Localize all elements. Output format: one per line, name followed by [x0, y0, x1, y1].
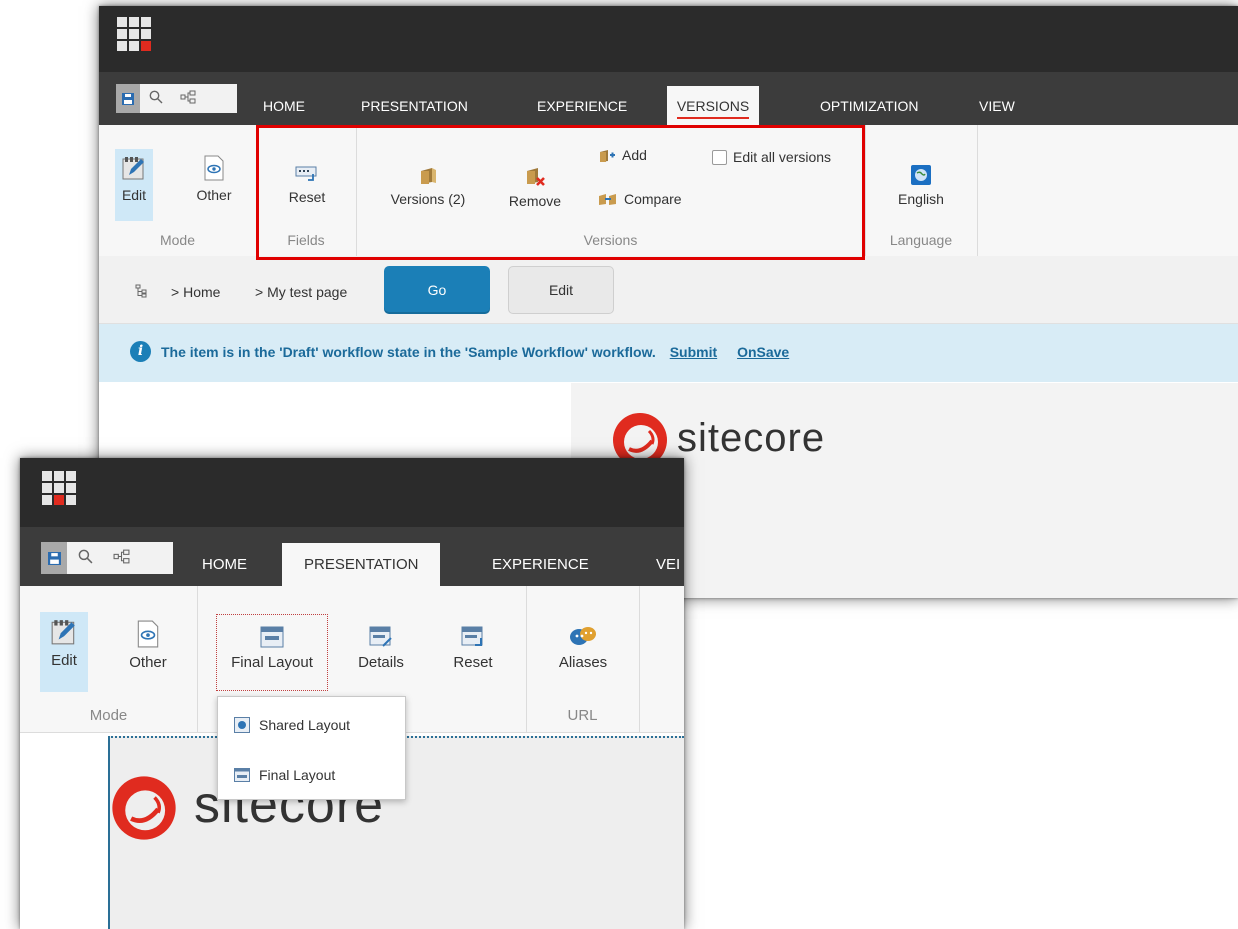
navigate-tree-icon[interactable]: [172, 90, 204, 107]
language-group: English Language: [865, 125, 978, 256]
tab-optimization[interactable]: OPTIMIZATION: [802, 86, 937, 125]
mode-group-label: Mode: [159, 232, 196, 248]
sitecore-launchpad-logo[interactable]: [117, 17, 151, 51]
edit-icon: [51, 620, 75, 645]
save-icon[interactable]: [41, 542, 67, 574]
mode-group: Edit Other Mode: [20, 586, 198, 732]
other-mode-button[interactable]: Other: [120, 620, 176, 671]
top-bar: [20, 458, 684, 527]
preview-icon: [137, 620, 159, 648]
url-group-label: URL: [567, 707, 598, 724]
tab-presentation[interactable]: PRESENTATION: [282, 543, 441, 586]
shared-layout-icon: [234, 717, 250, 733]
go-button[interactable]: Go: [384, 266, 490, 314]
ribbon-tab-bar: HOME PRESENTATION EXPERIENCE VERSIONS OP…: [99, 72, 1238, 125]
quick-access-bar: [41, 542, 173, 574]
breadcrumb-bar: > Home > My test page Go Edit: [99, 256, 1238, 324]
front-window: HOME PRESENTATION EXPERIENCE VEI Edit Ot…: [20, 458, 684, 929]
submit-link[interactable]: Submit: [670, 344, 717, 360]
reset-layout-icon: [461, 626, 483, 646]
url-group: Aliases URL: [526, 586, 640, 732]
final-layout-option[interactable]: Final Layout: [234, 767, 335, 783]
navigate-tree-icon[interactable]: [103, 549, 139, 567]
mode-group: Edit Other Mode: [99, 125, 257, 256]
mode-group-label: Mode: [89, 707, 128, 724]
edit-mode-button[interactable]: Edit: [40, 612, 88, 692]
info-icon: i: [130, 341, 151, 362]
final-layout-focus-outline: [216, 614, 328, 691]
quick-access-bar: [116, 84, 237, 113]
ribbon-tab-bar: HOME PRESENTATION EXPERIENCE VEI: [20, 527, 684, 586]
notification-text: The item is in the 'Draft' workflow stat…: [161, 344, 656, 360]
tab-presentation[interactable]: PRESENTATION: [343, 86, 486, 125]
tab-home[interactable]: HOME: [184, 543, 265, 586]
tab-experience[interactable]: EXPERIENCE: [474, 543, 607, 586]
tab-home[interactable]: HOME: [245, 86, 323, 125]
layout-dropdown-menu: Shared Layout Final Layout: [217, 696, 406, 800]
sitecore-logo-icon: [112, 776, 176, 840]
tab-versions-partial[interactable]: VEI: [638, 543, 684, 586]
edit-button[interactable]: Edit: [508, 266, 614, 314]
aliases-icon: [570, 627, 596, 645]
language-button[interactable]: English: [893, 165, 949, 207]
search-icon[interactable]: [67, 549, 103, 567]
edit-icon: [122, 157, 144, 180]
search-icon[interactable]: [140, 90, 172, 107]
aliases-button[interactable]: Aliases: [552, 624, 614, 671]
tab-versions[interactable]: VERSIONS: [667, 86, 759, 125]
save-icon[interactable]: [116, 84, 140, 113]
other-mode-button[interactable]: Other: [189, 155, 239, 203]
sitecore-wordmark: sitecore: [677, 415, 826, 460]
globe-icon: [911, 165, 931, 185]
workflow-notification: i The item is in the 'Draft' workflow st…: [99, 324, 1238, 382]
onsave-link[interactable]: OnSave: [737, 344, 789, 360]
reset-layout-button[interactable]: Reset: [445, 626, 501, 671]
tab-experience[interactable]: EXPERIENCE: [519, 86, 645, 125]
top-bar: [99, 6, 1238, 72]
breadcrumb-home[interactable]: > Home: [171, 284, 220, 300]
preview-icon: [204, 155, 224, 181]
shared-layout-option[interactable]: Shared Layout: [234, 717, 350, 733]
details-icon: [369, 626, 392, 647]
details-button[interactable]: Details: [351, 626, 411, 671]
language-group-label: Language: [889, 232, 953, 248]
breadcrumb-page[interactable]: > My test page: [255, 284, 347, 300]
tab-view[interactable]: VIEW: [961, 86, 1033, 125]
highlight-box: [256, 125, 865, 260]
sitecore-launchpad-logo[interactable]: [42, 471, 76, 505]
edit-mode-button[interactable]: Edit: [115, 149, 153, 221]
final-layout-icon: [234, 768, 250, 782]
tree-icon[interactable]: [135, 284, 147, 298]
